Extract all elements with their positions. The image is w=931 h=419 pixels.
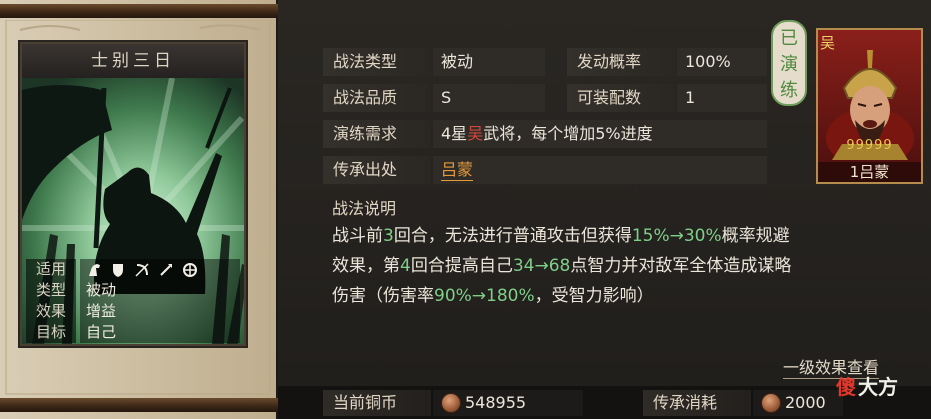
scroll-rod-bottom: [0, 398, 284, 412]
applicable-arms: [80, 259, 240, 280]
source-value-cell: 吕蒙: [433, 156, 767, 184]
tactic-card[interactable]: 士别三日 适用 类型 被动 效果 增益 目标 自己: [20, 42, 246, 346]
tactic-quality-label: 战法品质: [323, 84, 431, 112]
description-line-1: 战斗前3回合，无法进行普通攻击但获得15%→30%概率规避: [332, 226, 790, 246]
shield-icon: [110, 262, 126, 278]
copper-coin-icon: [441, 393, 461, 413]
general-name: 1吕蒙: [818, 162, 921, 182]
spear-icon: [158, 262, 174, 278]
trigger-rate-label: 发动概率: [567, 48, 675, 76]
mastered-badge: 已演练: [771, 20, 807, 106]
training-detail: 武将，每个增加5%进度: [483, 124, 653, 143]
cavalry-icon: [86, 262, 102, 278]
tactic-type-label: 战法类型: [323, 48, 431, 76]
current-coins-value: 548955: [433, 390, 583, 416]
training-faction: 吴: [467, 124, 484, 143]
inherit-cost-label: 传承消耗: [643, 390, 751, 416]
training-requirement-value: 4星吴武将，每个增加5%进度: [433, 120, 767, 148]
source-general-link[interactable]: 吕蒙: [441, 160, 474, 181]
type-row: 类型 被动: [26, 280, 240, 301]
watermark-char-a: 傻: [836, 374, 856, 399]
description-text: 战斗前3回合，无法进行普通攻击但获得15%→30%概率规避 效果，第4回合提高自…: [332, 221, 902, 311]
scroll-rod-top: [0, 4, 284, 18]
target-row: 目标 自己: [26, 322, 240, 343]
watermark-logo: 傻 大方: [836, 368, 920, 402]
training-requirement-label: 演练需求: [323, 120, 431, 148]
tactic-quality-value: S: [433, 84, 545, 112]
copper-coin-icon: [761, 393, 781, 413]
description-line-2: 效果，第4回合提高自己34→68点智力并对敌军全体造成谋略: [332, 256, 792, 276]
current-coins-amount: 548955: [465, 393, 527, 412]
general-card[interactable]: 吴 99999 1吕蒙: [816, 28, 923, 184]
target-value: 自己: [80, 322, 240, 343]
tactic-name: 士别三日: [22, 44, 244, 79]
general-stars: 99999: [846, 138, 893, 153]
target-label: 目标: [26, 322, 76, 343]
watermark-char-b: 大方: [858, 374, 898, 399]
description-line-3: 伤害（伤害率90%→180%，受智力影响）: [332, 286, 654, 306]
siege-icon: [182, 262, 198, 278]
type-label: 类型: [26, 280, 76, 301]
effect-row: 效果 增益: [26, 301, 240, 322]
equip-slots-value: 1: [677, 84, 767, 112]
source-label: 传承出处: [323, 156, 431, 184]
inherit-cost-value: 2000: [753, 390, 843, 416]
tactic-properties: 适用 类型 被动 效果 增益 目标 自己: [26, 259, 240, 343]
inherit-cost-amount: 2000: [785, 393, 826, 412]
tactic-type-value: 被动: [433, 48, 545, 76]
description-title: 战法说明: [332, 199, 397, 218]
description-box: 战法说明 战斗前3回合，无法进行普通攻击但获得15%→30%概率规避 效果，第4…: [320, 195, 791, 380]
general-faction: 吴: [820, 34, 836, 52]
applicable-row: 适用: [26, 259, 240, 280]
trigger-rate-value: 100%: [677, 48, 767, 76]
archer-icon: [134, 262, 150, 278]
applicable-label: 适用: [26, 259, 76, 280]
training-star: 4星: [441, 124, 468, 143]
current-coins-label: 当前铜币: [323, 390, 431, 416]
type-value: 被动: [80, 280, 240, 301]
effect-label: 效果: [26, 301, 76, 322]
equip-slots-label: 可装配数: [567, 84, 675, 112]
effect-value: 增益: [80, 301, 240, 322]
